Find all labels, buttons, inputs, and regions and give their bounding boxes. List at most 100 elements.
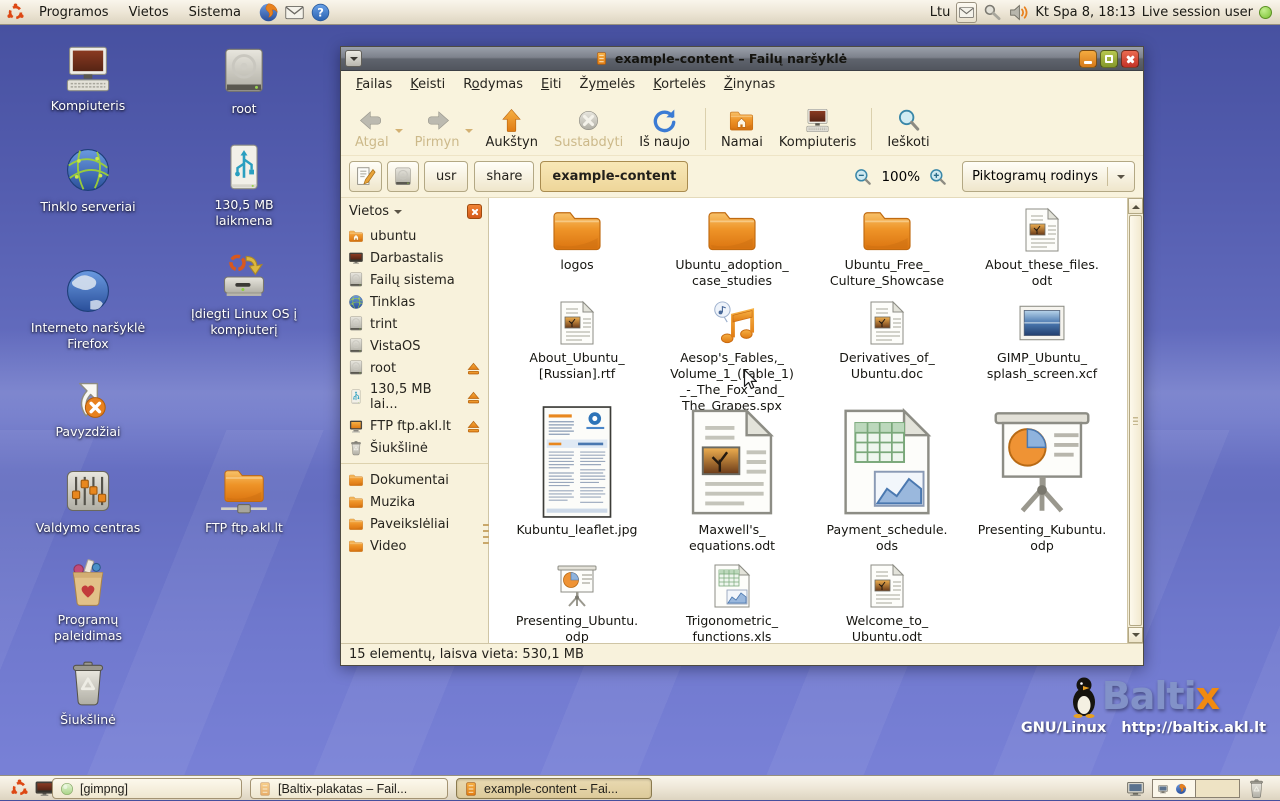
toolbar-button[interactable]: Ieškoti [879, 103, 937, 152]
eject-icon[interactable] [466, 419, 481, 434]
toolbar-button[interactable]: Aukštyn [477, 103, 545, 152]
desktop-icon[interactable]: Interneto naršyklė Firefox [28, 266, 148, 353]
desktop-icon[interactable]: FTP ftp.akl.lt [184, 466, 304, 536]
tray-icon[interactable] [1008, 2, 1029, 23]
launcher-icon[interactable] [310, 2, 331, 23]
desktop-icon[interactable]: Pavyzdžiai [28, 370, 148, 440]
filesystem-root-crumb[interactable] [387, 161, 419, 192]
workspace-2[interactable] [1196, 780, 1239, 797]
desktop-icon[interactable]: 130,5 MB laikmena [184, 143, 304, 230]
toolbar-button[interactable]: Namai [713, 103, 771, 152]
file-item[interactable]: Payment_schedule. ods [812, 406, 962, 554]
zoom-in-icon[interactable] [928, 167, 948, 187]
toggle-location-entry-button[interactable] [349, 161, 382, 192]
sidebar-place-item[interactable]: Tinklas [341, 291, 488, 313]
window-list-button[interactable]: example-content – Fai... [456, 778, 652, 799]
window-list-button[interactable]: [Baltix-plakatas – Fail... [250, 778, 448, 799]
sidebar-place-item[interactable]: Video [341, 535, 488, 557]
eject-icon[interactable] [466, 361, 481, 376]
sidebar-place-item[interactable]: root [341, 357, 488, 379]
panel-menu-item[interactable]: Vietos [119, 2, 179, 23]
desktop-icon[interactable]: Įdiegti Linux OS į kompiuterį [184, 252, 304, 339]
path-crumb[interactable]: example-content [540, 161, 688, 192]
pane-resize-grip[interactable] [483, 524, 489, 548]
panel-menu-item[interactable]: Programos [29, 2, 119, 23]
sidebar-place-item[interactable]: Šiukšlinė [341, 437, 488, 464]
close-sidebar-button[interactable] [467, 204, 482, 219]
sidebar-place-item[interactable]: ubuntu [341, 225, 488, 247]
sidebar-place-item[interactable]: Dokumentai [341, 469, 488, 491]
desktop-icon[interactable]: Kompiuteris [28, 44, 148, 114]
menu-item[interactable]: Žinynas [715, 73, 784, 96]
distro-menu-icon[interactable] [5, 2, 26, 23]
window-list-button[interactable]: [gimpng] [52, 778, 242, 799]
vertical-scrollbar[interactable] [1127, 198, 1143, 643]
file-item[interactable]: Kubuntu_leaflet.jpg [502, 406, 652, 538]
path-crumb[interactable]: share [474, 161, 534, 192]
path-crumb[interactable]: usr [424, 161, 468, 192]
window-menu-button[interactable] [345, 50, 362, 67]
maximize-button[interactable] [1100, 50, 1118, 68]
file-item[interactable]: Derivatives_of_ Ubuntu.doc [812, 300, 962, 382]
panel-menu-item[interactable]: Sistema [179, 2, 251, 23]
file-item[interactable]: Aesop's_Fables,_ Volume_1_(Fable_1) _-_T… [657, 300, 807, 414]
file-item[interactable]: About_Ubuntu_ [Russian].rtf [502, 300, 652, 382]
scroll-up-button[interactable] [1128, 198, 1143, 214]
titlebar[interactable]: example-content – Failų naršyklė [341, 47, 1143, 71]
sidebar-place-item[interactable]: Paveikslėliai [341, 513, 488, 535]
sidebar-mode-select[interactable]: Vietos [349, 204, 389, 219]
file-item[interactable]: Presenting_Ubuntu. odp [502, 563, 652, 643]
menu-item[interactable]: Failas [347, 73, 401, 96]
sidebar-place-item[interactable]: Failų sistema [341, 269, 488, 291]
toolbar-button[interactable]: Pirmyn [407, 103, 468, 152]
desktop-icon[interactable]: Šiukšlinė [28, 658, 148, 728]
eject-icon[interactable] [466, 390, 481, 405]
toolbar-button[interactable]: Sustabdyti [546, 103, 631, 152]
panel-ubuntu-icon[interactable] [9, 778, 30, 799]
trash-applet-icon[interactable] [1246, 778, 1267, 799]
clock[interactable]: Kt Spa 8, 18:13 [1035, 5, 1135, 20]
menu-item[interactable]: Eiti [532, 73, 571, 96]
toolbar-button[interactable]: Kompiuteris [771, 103, 864, 152]
desktop-icon[interactable]: Valdymo centras [28, 466, 148, 536]
desktop-icon[interactable]: Programų paleidimas [28, 558, 148, 645]
file-item[interactable]: Ubuntu_adoption_ case_studies [657, 207, 807, 289]
keyboard-layout-indicator[interactable]: Ltu [930, 5, 951, 20]
file-item[interactable]: Maxwell's_ equations.odt [657, 406, 807, 554]
view-mode-select[interactable]: Piktogramų rodinys [962, 161, 1135, 192]
sidebar-place-item[interactable]: Darbastalis [341, 247, 488, 269]
sidebar-place-item[interactable]: VistaOS [341, 335, 488, 357]
scroll-down-button[interactable] [1128, 627, 1143, 643]
tray-icon[interactable] [982, 2, 1003, 23]
file-item[interactable]: Ubuntu_Free_ Culture_Showcase [812, 207, 962, 289]
menu-item[interactable]: Kortelės [644, 73, 715, 96]
menu-item[interactable]: Rodymas [454, 73, 532, 96]
file-item[interactable]: GIMP_Ubuntu_ splash_screen.xcf [967, 300, 1117, 382]
display-tray-icon[interactable] [1125, 778, 1146, 799]
user-switcher[interactable]: Live session user [1142, 5, 1253, 20]
desktop-icon[interactable]: Tinklo serveriai [28, 145, 148, 215]
file-item[interactable]: Welcome_to_ Ubuntu.odt [812, 563, 962, 643]
tray-icon[interactable] [956, 2, 977, 23]
file-pane[interactable]: logos Ubuntu_adoption_ case_studies Ubun… [489, 198, 1143, 643]
sidebar-place-item[interactable]: trint [341, 313, 488, 335]
menu-item[interactable]: Keisti [401, 73, 454, 96]
file-item[interactable]: logos [502, 207, 652, 273]
sidebar-place-item[interactable]: FTP ftp.akl.lt [341, 415, 488, 437]
launcher-icon[interactable] [258, 2, 279, 23]
sidebar-place-item[interactable]: Muzika [341, 491, 488, 513]
menu-item[interactable]: Žymelės [571, 73, 645, 96]
chevron-down-icon[interactable] [395, 129, 403, 137]
file-item[interactable]: About_these_files. odt [967, 207, 1117, 289]
sidebar-place-item[interactable]: 130,5 MB lai... [341, 379, 488, 415]
close-button[interactable] [1121, 50, 1139, 68]
chevron-down-icon[interactable] [465, 129, 473, 137]
toolbar-button[interactable]: Iš naujo [631, 103, 698, 152]
workspace-switcher[interactable] [1152, 779, 1240, 798]
zoom-out-icon[interactable] [853, 167, 873, 187]
toolbar-button[interactable]: Atgal [347, 103, 397, 152]
file-item[interactable]: Presenting_Kubuntu. odp [967, 406, 1117, 554]
scrollbar-thumb[interactable] [1129, 215, 1142, 626]
desktop-icon[interactable]: root [184, 47, 304, 117]
chevron-down-icon[interactable] [394, 210, 402, 218]
